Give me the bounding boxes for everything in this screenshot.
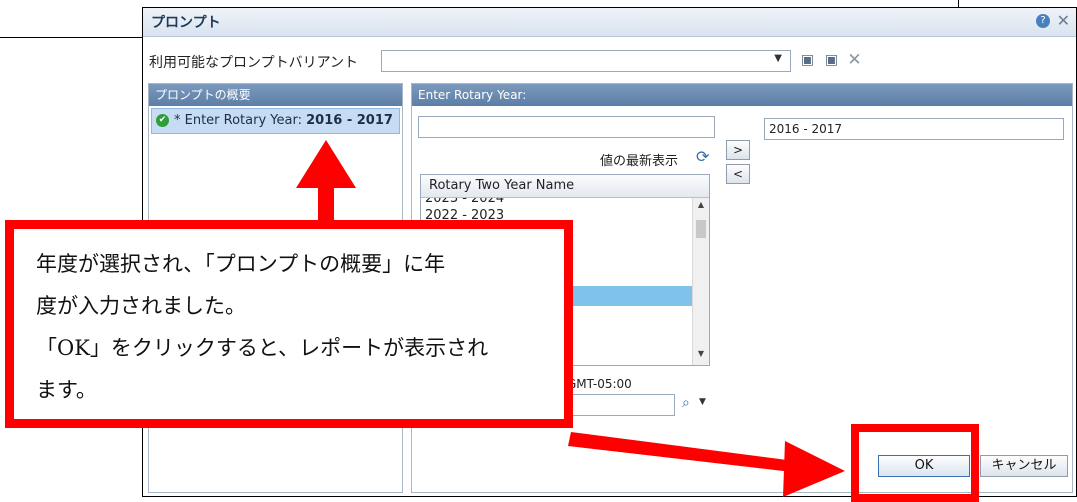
check-icon: ✔	[156, 114, 169, 127]
annotation-callout: 年度が選択され、「プロンプトの概要」に年 度が入力されました。 「OK」をクリッ…	[5, 220, 573, 428]
variant-select[interactable]: ▼	[381, 50, 791, 72]
cancel-button[interactable]: キャンセル	[980, 455, 1068, 477]
binoculars-icon[interactable]: ⌕	[682, 395, 690, 411]
background-line-left	[0, 37, 143, 38]
timezone-label: GMT-05:00	[567, 377, 632, 391]
refresh-icon[interactable]: ⟳	[696, 147, 709, 166]
annotation-line: 度が入力されました。	[36, 294, 246, 318]
list-search-input[interactable]	[567, 394, 675, 416]
remove-value-button[interactable]: <	[726, 164, 750, 184]
search-options-arrow-icon[interactable]: ▼	[699, 397, 706, 407]
scroll-thumb[interactable]	[696, 220, 706, 238]
scroll-up-icon[interactable]: ▲	[693, 200, 709, 214]
dropdown-arrow-icon: ▼	[774, 53, 782, 64]
summary-item-label: * Enter Rotary Year: 2016 - 2017	[174, 109, 393, 133]
close-icon[interactable]: ✕	[1057, 11, 1070, 30]
list-header[interactable]: Rotary Two Year Name	[421, 175, 709, 198]
add-value-button[interactable]: >	[726, 140, 750, 160]
variant-label: 利用可能なプロンプトバリアント	[149, 55, 359, 71]
delete-icon[interactable]: ✕	[847, 52, 862, 69]
save-as-icon[interactable]: ▣	[824, 52, 839, 68]
annotation-line: 年度が選択され、「プロンプトの概要」に年	[36, 252, 446, 276]
ok-highlight-box	[851, 424, 979, 502]
scroll-down-icon[interactable]: ▼	[693, 349, 709, 363]
search-input[interactable]	[418, 116, 715, 138]
help-icon[interactable]: ?	[1036, 14, 1050, 28]
dialog-title: プロンプト	[151, 15, 221, 31]
refresh-label[interactable]: 値の最新表示	[600, 150, 678, 169]
annotation-line: 「OK」をクリックすると、レポートが表示され	[36, 336, 489, 360]
summary-header: プロンプトの概要	[149, 84, 402, 106]
list-item[interactable]: 2023 - 2024	[421, 198, 709, 206]
list-scrollbar[interactable]: ▲ ▼	[692, 198, 709, 365]
dialog-titlebar: プロンプト ? ✕	[143, 8, 1076, 37]
selected-values-field[interactable]: 2016 - 2017	[764, 118, 1064, 140]
save-icon[interactable]: ▣	[800, 52, 815, 68]
prompt-header: Enter Rotary Year:	[412, 84, 1072, 106]
variant-row: 利用可能なプロンプトバリアント ▼ ▣ ▣ ✕	[143, 48, 1076, 78]
annotation-line: ます。	[36, 378, 97, 402]
summary-item-value: 2016 - 2017	[306, 113, 393, 128]
summary-item[interactable]: ✔ * Enter Rotary Year: 2016 - 2017	[151, 108, 400, 134]
summary-item-prefix: * Enter Rotary Year:	[174, 113, 307, 128]
